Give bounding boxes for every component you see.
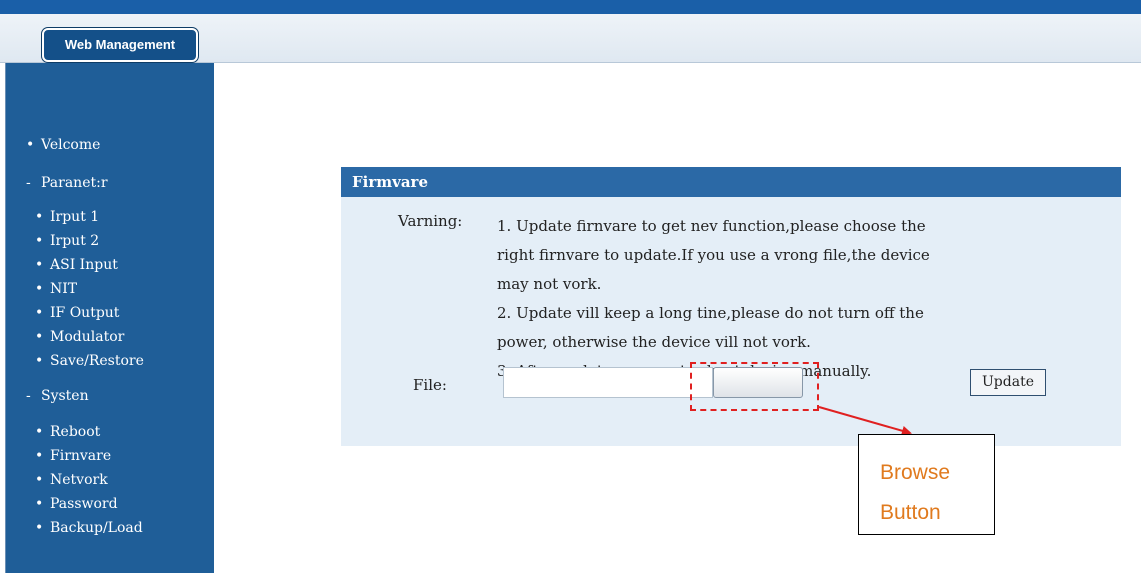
update-button[interactable]: Update xyxy=(970,369,1046,396)
sidebar-item-save-restore[interactable]: • Save/Restore xyxy=(35,353,144,369)
sidebar-item-network[interactable]: • Netvork xyxy=(35,472,108,488)
warning-line: 2. Update vill keep a long tine,please d… xyxy=(497,304,924,322)
sidebar-item-system[interactable]: - Systen xyxy=(26,388,89,404)
sidebar: • Velcome - Paranet:r • Irput 1 • Irput 2 • A… xyxy=(5,63,214,573)
sidebar-item-if-output[interactable]: • IF Output xyxy=(35,305,119,321)
sidebar-item-label: Save/Restore xyxy=(50,353,144,369)
sidebar-item-firmware[interactable]: • Firnvare xyxy=(35,448,111,464)
sidebar-item-input-2[interactable]: • Irput 2 xyxy=(35,233,99,249)
sidebar-item-password[interactable]: • Password xyxy=(35,496,118,512)
browse-button-callout: Browse Button xyxy=(858,434,995,535)
sidebar-item-label: Backup/Load xyxy=(50,520,143,536)
file-label: File: xyxy=(413,376,447,394)
callout-line: Browse xyxy=(880,461,951,484)
sidebar-item-welcome[interactable]: • Velcome xyxy=(26,137,100,153)
sidebar-item-asi-input[interactable]: • ASI Input xyxy=(35,257,118,273)
sidebar-item-label: Paranet:r xyxy=(41,175,108,191)
sidebar-item-label: NIT xyxy=(50,281,78,297)
sidebar-item-label: Systen xyxy=(41,388,89,404)
warning-line: 1. Update firnvare to get nev function,p… xyxy=(497,217,926,235)
web-management-logo: Web Management xyxy=(42,28,198,62)
sidebar-item-label: Firnvare xyxy=(50,448,112,464)
sidebar-item-label: Password xyxy=(50,496,118,512)
file-path-input[interactable] xyxy=(503,367,713,398)
sidebar-item-label: Modulator xyxy=(50,329,125,345)
top-strip xyxy=(0,0,1141,14)
sidebar-item-label: Irput 1 xyxy=(50,209,100,225)
sidebar-item-reboot[interactable]: • Reboot xyxy=(35,424,100,440)
browse-highlight-box xyxy=(690,362,819,411)
sidebar-item-label: Reboot xyxy=(50,424,101,440)
sidebar-item-modulator[interactable]: • Modulator xyxy=(35,329,124,345)
callout-line: Button xyxy=(880,501,941,524)
sidebar-item-label: Irput 2 xyxy=(50,233,100,249)
header-bar: Web Management xyxy=(0,14,1141,63)
warning-label: Varning: xyxy=(398,212,463,230)
warning-line: may not vork. xyxy=(497,275,602,293)
warning-text: 1. Update firnvare to get nev function,p… xyxy=(497,212,1057,386)
sidebar-item-label: IF Output xyxy=(50,305,120,321)
panel-title: Firmvare xyxy=(341,167,1121,197)
sidebar-item-nit[interactable]: • NIT xyxy=(35,281,77,297)
sidebar-item-parameter[interactable]: - Paranet:r xyxy=(26,175,108,191)
sidebar-item-label: Velcome xyxy=(41,137,101,153)
sidebar-item-input-1[interactable]: • Irput 1 xyxy=(35,209,99,225)
sidebar-item-label: Netvork xyxy=(50,472,108,488)
sidebar-item-backup-load[interactable]: • Backup/Load xyxy=(35,520,143,536)
warning-line: power, otherwise the device vill not vor… xyxy=(497,333,811,351)
sidebar-item-label: ASI Input xyxy=(50,257,118,273)
warning-line: right firnvare to update.If you use a vr… xyxy=(497,246,930,264)
